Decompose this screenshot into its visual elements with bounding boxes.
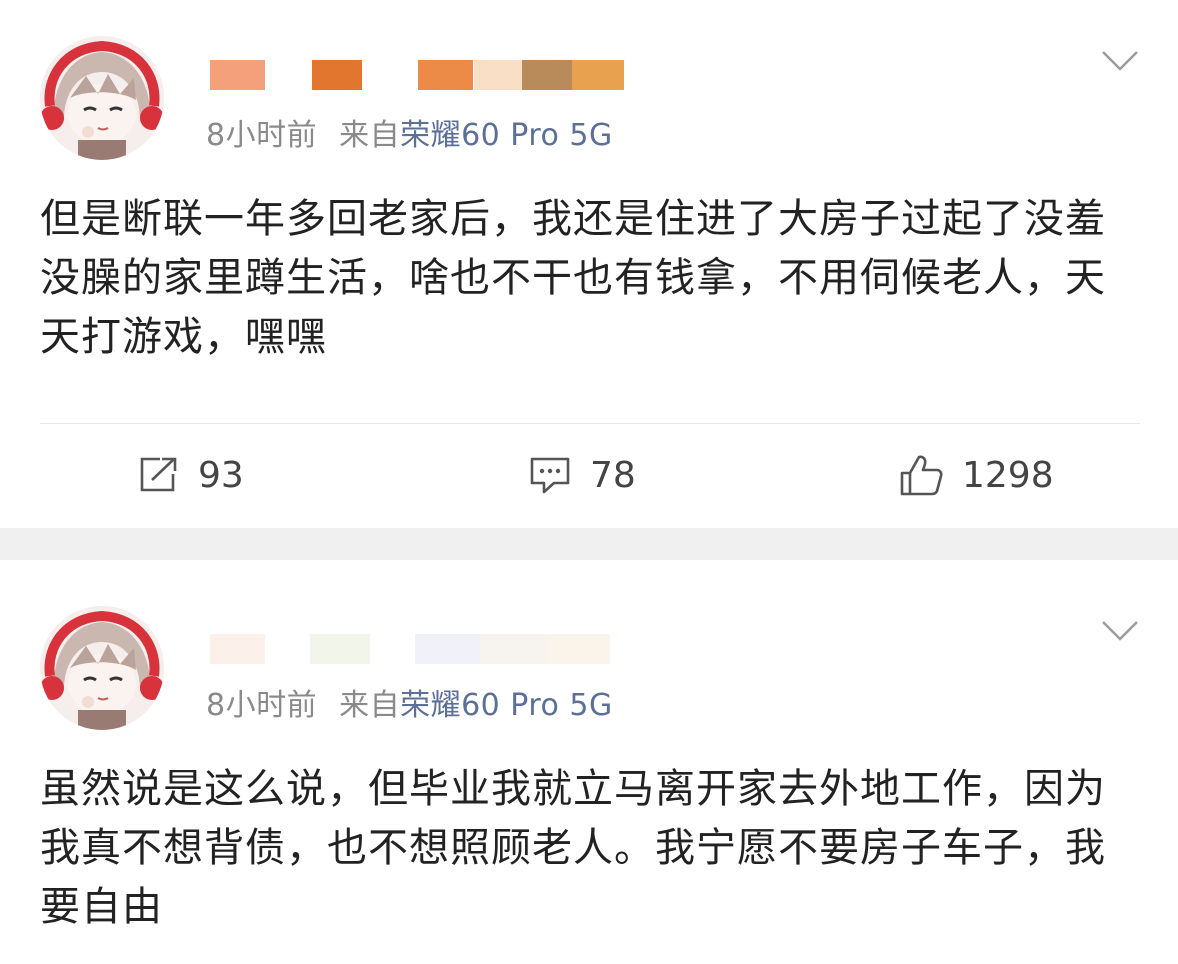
comment-count: 78 [590, 454, 636, 496]
post-separator [0, 528, 1178, 560]
post-time: 8小时前 [206, 118, 318, 153]
action-bar: 93 78 1298 [0, 440, 1178, 510]
post-card: 8小时前 来自荣耀60 Pro 5G 虽然说是这么说，但毕业我就立马离开家去外地工… [0, 560, 1178, 964]
like-icon [900, 455, 943, 496]
source-label: 来自 [339, 688, 401, 723]
post-content: 虽然说是这么说，但毕业我就立马离开家去外地工作，因为我真不想背债，也不想照顾老人… [40, 766, 1106, 930]
device-link[interactable]: 荣耀60 Pro 5G [400, 688, 613, 723]
post-time: 8小时前 [206, 688, 318, 723]
chevron-down-icon[interactable] [1100, 618, 1140, 644]
post-meta: 8小时前 来自荣耀60 Pro 5G [206, 110, 613, 154]
device-link[interactable]: 荣耀60 Pro 5G [400, 118, 613, 153]
avatar[interactable] [40, 36, 164, 160]
comment-icon [530, 457, 570, 494]
avatar[interactable] [40, 606, 164, 730]
post-card: 8小时前 来自荣耀60 Pro 5G 但是断联一年多回老家后，我还是住进了大房子过… [0, 0, 1178, 528]
repost-icon [140, 457, 177, 492]
comment-button[interactable]: 78 [528, 440, 636, 510]
divider [40, 423, 1140, 424]
chevron-down-icon[interactable] [1100, 48, 1140, 74]
like-button[interactable]: 1298 [898, 440, 1054, 510]
repost-button[interactable]: 93 [138, 440, 244, 510]
post-content: 但是断联一年多回老家后，我还是住进了大房子过起了没羞没臊的家里蹲生活，啥也不干也… [40, 196, 1106, 360]
post-meta: 8小时前 来自荣耀60 Pro 5G [206, 680, 613, 724]
like-count: 1298 [962, 454, 1054, 496]
repost-count: 93 [198, 454, 244, 496]
source-label: 来自 [339, 118, 401, 153]
